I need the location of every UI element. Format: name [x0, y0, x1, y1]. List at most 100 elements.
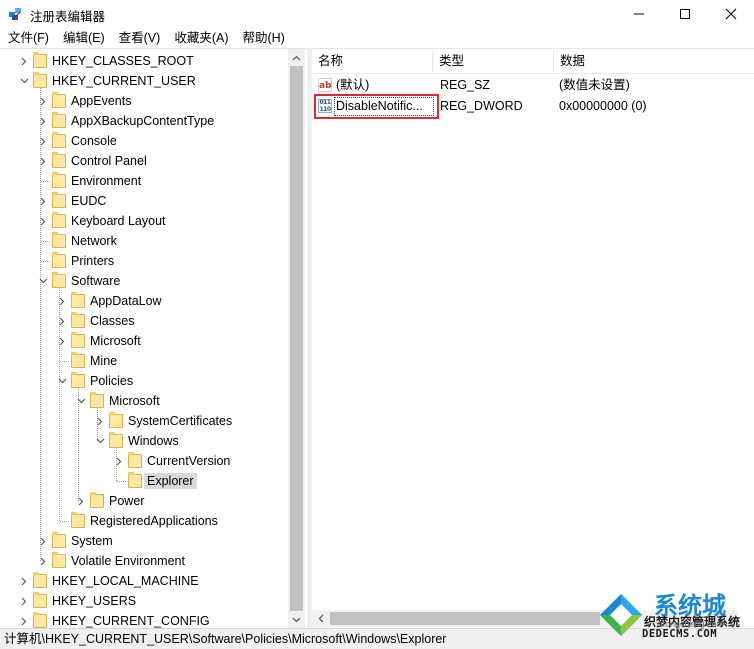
tree-item[interactable]: CurrentVersion	[0, 451, 288, 471]
tree-item[interactable]: Policies	[0, 371, 288, 391]
tree-item[interactable]: Network	[0, 231, 288, 251]
tree-item[interactable]: Microsoft	[0, 331, 288, 351]
tree-item[interactable]: System	[0, 531, 288, 551]
tree-item[interactable]: HKEY_CURRENT_CONFIG	[0, 611, 288, 628]
menu-help[interactable]: 帮助(H)	[235, 28, 291, 48]
scroll-thumb[interactable]	[330, 612, 600, 625]
tree-item[interactable]: Power	[0, 491, 288, 511]
tree-item[interactable]: Windows	[0, 431, 288, 451]
folder-icon	[128, 452, 142, 468]
folder-icon	[109, 412, 123, 428]
tree-item-label: System	[71, 534, 113, 548]
folder-icon	[90, 392, 104, 408]
column-header-type[interactable]: 类型	[433, 49, 553, 74]
tree-item[interactable]: AppXBackupContentType	[0, 111, 288, 131]
expand-chevron-right-icon[interactable]	[18, 575, 30, 587]
tree-item[interactable]: Explorer	[0, 471, 288, 491]
tree-item[interactable]: SystemCertificates	[0, 411, 288, 431]
tree-item[interactable]: HKEY_CURRENT_USER	[0, 71, 288, 91]
tree-item-label: Mine	[90, 354, 118, 368]
tree-guide-line	[116, 448, 117, 481]
tree-connector	[60, 361, 69, 362]
expand-chevron-right-icon[interactable]	[56, 295, 68, 307]
maximize-button[interactable]	[662, 0, 708, 28]
title-bar[interactable]: 注册表编辑器	[0, 0, 754, 28]
tree-item-label: SystemCertificates	[128, 414, 233, 428]
tree-item[interactable]: RegisteredApplications	[0, 511, 288, 531]
tree-item-label: EUDC	[71, 194, 107, 208]
expand-chevron-right-icon[interactable]	[37, 135, 49, 147]
tree-item[interactable]: Microsoft	[0, 391, 288, 411]
tree-item-label: AppDataLow	[90, 294, 162, 308]
expand-chevron-right-icon[interactable]	[37, 155, 49, 167]
menu-favorites[interactable]: 收藏夹(A)	[167, 28, 235, 48]
column-header-data[interactable]: 数据	[554, 49, 754, 74]
expand-chevron-right-icon[interactable]	[94, 415, 106, 427]
tree-guide-line	[59, 288, 60, 521]
expand-chevron-down-icon[interactable]	[75, 395, 87, 407]
tree-item[interactable]: Software	[0, 271, 288, 291]
tree-item[interactable]: EUDC	[0, 191, 288, 211]
folder-icon	[109, 432, 123, 448]
window-title: 注册表编辑器	[30, 10, 106, 24]
tree-item[interactable]: Environment	[0, 171, 288, 191]
tree-item[interactable]: Control Panel	[0, 151, 288, 171]
expand-chevron-down-icon[interactable]	[56, 375, 68, 387]
expand-chevron-right-icon[interactable]	[75, 495, 87, 507]
value-row-default[interactable]: ab (默认) REG_SZ (数值未设置)	[312, 75, 754, 96]
registry-tree[interactable]: HKEY_CLASSES_ROOT HKEY_CURRENT_USER AppEve…	[0, 48, 307, 628]
tree-item[interactable]: Console	[0, 131, 288, 151]
tree-vertical-scrollbar[interactable]	[288, 49, 305, 628]
column-header-name[interactable]: 名称	[312, 49, 432, 74]
tree-item[interactable]: Keyboard Layout	[0, 211, 288, 231]
folder-icon	[52, 212, 66, 228]
tree-item-label: Console	[71, 134, 117, 148]
watermark-line3: DEDECMS.COM	[642, 628, 718, 640]
expand-chevron-right-icon[interactable]	[37, 555, 49, 567]
expand-chevron-right-icon[interactable]	[37, 215, 49, 227]
scroll-up-button[interactable]	[288, 49, 305, 66]
expand-chevron-right-icon[interactable]	[113, 455, 125, 467]
menu-view[interactable]: 查看(V)	[112, 28, 168, 48]
tree-guide-line	[78, 388, 79, 501]
tree-item[interactable]: Mine	[0, 351, 288, 371]
expand-chevron-right-icon[interactable]	[37, 535, 49, 547]
minimize-button[interactable]	[616, 0, 662, 28]
tree-item[interactable]: AppDataLow	[0, 291, 288, 311]
tree-item-label: Classes	[90, 314, 135, 328]
scroll-down-button[interactable]	[288, 611, 305, 628]
tree-item[interactable]: Printers	[0, 251, 288, 271]
folder-icon	[52, 272, 66, 288]
expand-chevron-right-icon[interactable]	[56, 315, 68, 327]
expand-chevron-down-icon[interactable]	[18, 75, 30, 87]
menu-file[interactable]: 文件(F)	[0, 28, 56, 48]
tree-item[interactable]: HKEY_LOCAL_MACHINE	[0, 571, 288, 591]
tree-item-label: Control Panel	[71, 154, 147, 168]
expand-chevron-right-icon[interactable]	[37, 195, 49, 207]
tree-item[interactable]: HKEY_USERS	[0, 591, 288, 611]
folder-icon	[71, 372, 85, 388]
expand-chevron-down-icon[interactable]	[37, 275, 49, 287]
expand-chevron-down-icon[interactable]	[94, 435, 106, 447]
close-button[interactable]	[708, 0, 754, 28]
scroll-left-button[interactable]	[312, 610, 329, 627]
expand-chevron-right-icon[interactable]	[18, 615, 30, 627]
folder-icon	[128, 472, 142, 488]
folder-icon	[71, 292, 85, 308]
menu-edit[interactable]: 编辑(E)	[56, 28, 112, 48]
value-row-disablenotifications[interactable]: 011 110 DisableNotific... REG_DWORD 0x000…	[312, 94, 754, 119]
tree-item[interactable]: Volatile Environment	[0, 551, 288, 571]
expand-chevron-right-icon[interactable]	[18, 55, 30, 67]
expand-chevron-right-icon[interactable]	[18, 595, 30, 607]
tree-item[interactable]: Classes	[0, 311, 288, 331]
expand-chevron-right-icon[interactable]	[56, 335, 68, 347]
expand-chevron-right-icon[interactable]	[37, 95, 49, 107]
tree-item[interactable]: HKEY_CLASSES_ROOT	[0, 51, 288, 71]
scroll-thumb[interactable]	[290, 66, 303, 611]
values-list[interactable]: 名称 类型 数据 ab (默认) REG_SZ (数值未设置) 011 110 D…	[312, 48, 754, 628]
tree-item-label: AppEvents	[71, 94, 132, 108]
tree-item-label: CurrentVersion	[147, 454, 231, 468]
expand-chevron-right-icon[interactable]	[37, 115, 49, 127]
tree-item[interactable]: AppEvents	[0, 91, 288, 111]
tree-item-label: HKEY_CURRENT_USER	[52, 74, 196, 88]
